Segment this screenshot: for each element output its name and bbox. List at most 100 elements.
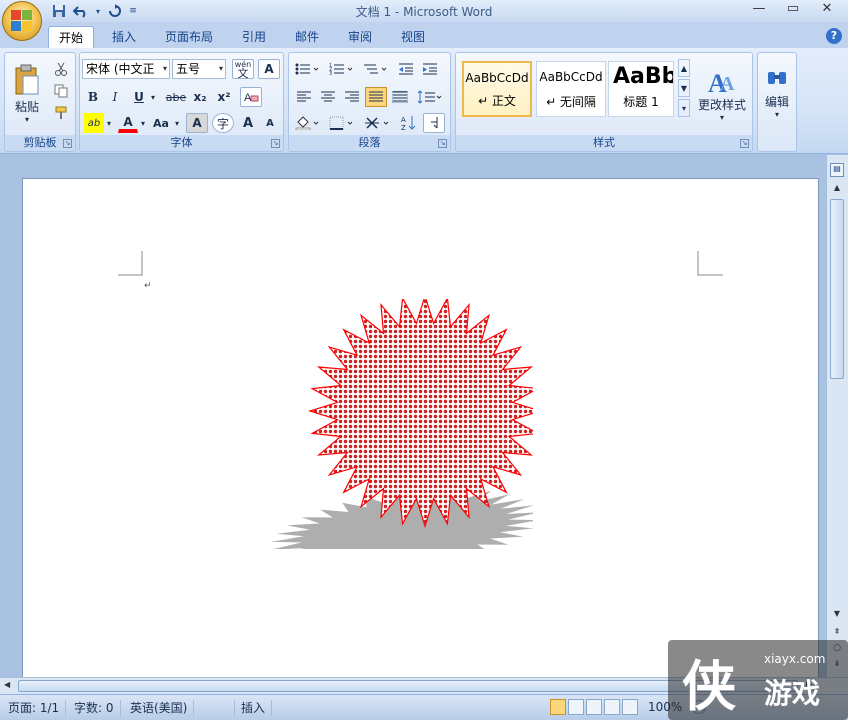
shrink-font-button[interactable]: A (260, 113, 280, 133)
status-language[interactable]: 英语(美国) (124, 700, 195, 716)
chinese-layout-icon (365, 117, 389, 129)
justify-icon (369, 91, 383, 102)
line-spacing-button[interactable] (415, 87, 445, 107)
print-layout-view-icon[interactable] (550, 699, 566, 715)
underline-dropdown-icon[interactable]: ▾ (148, 87, 158, 107)
change-case-dropdown-icon[interactable]: ▾ (172, 113, 182, 133)
styles-more-icon[interactable]: ▾ (678, 99, 690, 117)
italic-button[interactable]: I (106, 87, 124, 107)
subscript-button[interactable]: x₂ (190, 87, 210, 107)
change-case-button[interactable]: Aa (150, 113, 172, 133)
margin-mark-right (697, 251, 723, 276)
numbering-button[interactable]: 123 (327, 59, 357, 79)
tab-page-layout[interactable]: 页面布局 (155, 26, 223, 48)
styles-scroll-up-icon[interactable]: ▲ (678, 59, 690, 77)
scroll-up-button[interactable]: ▲ (829, 183, 845, 197)
align-left-icon (297, 91, 311, 102)
underline-button[interactable]: U (130, 87, 148, 107)
superscript-button[interactable]: x² (214, 87, 234, 107)
watermark-logo-char: 侠 (682, 654, 736, 718)
format-painter-button[interactable] (51, 103, 71, 123)
decrease-indent-button[interactable] (395, 59, 417, 79)
maximize-button[interactable]: ▭ (780, 0, 806, 18)
full-screen-reading-view-icon[interactable] (568, 699, 584, 715)
paste-button[interactable]: 粘贴 ▾ (9, 57, 45, 131)
char-border-button[interactable]: A (258, 59, 280, 79)
tab-home[interactable]: 开始 (48, 26, 95, 48)
cut-button[interactable] (51, 59, 71, 79)
office-logo-icon (11, 10, 33, 32)
multilevel-list-button[interactable] (361, 59, 391, 79)
tab-mailings[interactable]: 邮件 (285, 26, 329, 48)
status-word-count[interactable]: 字数: 0 (68, 700, 121, 716)
highlight-button[interactable]: ab (84, 113, 104, 133)
previous-page-icon[interactable]: ⇞ (829, 627, 845, 639)
borders-icon (329, 116, 353, 130)
copy-button[interactable] (51, 81, 71, 101)
strikethrough-button[interactable]: abe (164, 87, 188, 107)
shading-button[interactable] (293, 113, 323, 133)
align-center-button[interactable] (317, 87, 339, 107)
ribbon-tabs: 开始 插入 页面布局 引用 邮件 审阅 视图 (0, 22, 848, 48)
styles-scroll-down-icon[interactable]: ▼ (678, 79, 690, 97)
margin-mark-left (118, 251, 143, 276)
align-left-button[interactable] (293, 87, 315, 107)
tab-references[interactable]: 引用 (232, 26, 276, 48)
paragraph-launcher-icon[interactable]: ↘ (438, 139, 447, 148)
editing-button[interactable]: 编辑 ▾ (760, 57, 794, 131)
scroll-down-button[interactable]: ▼ (829, 609, 845, 623)
font-launcher-icon[interactable]: ↘ (271, 139, 280, 148)
style-heading-1[interactable]: AaBb 标题 1 (608, 61, 674, 117)
font-size-value: 五号 (176, 62, 201, 76)
bold-button[interactable]: B (84, 87, 102, 107)
show-formatting-marks-button[interactable] (423, 113, 445, 133)
draft-view-icon[interactable] (622, 699, 638, 715)
chinese-layout-button[interactable] (363, 113, 393, 133)
help-icon[interactable]: ? (826, 28, 842, 44)
change-styles-icon: AA (708, 69, 735, 96)
vertical-scrollbar[interactable]: ▤ ▲ ▼ ⇞ ○ ⇟ (826, 155, 848, 677)
tab-insert[interactable]: 插入 (102, 26, 146, 48)
phonetic-guide-button[interactable]: wén 文 (232, 59, 254, 79)
font-name-combo[interactable]: 宋体 (中文正 ▾ (82, 59, 170, 79)
style-no-spacing[interactable]: AaBbCcDd ↵ 无间隔 (536, 61, 606, 117)
multilevel-list-icon (364, 64, 387, 74)
font-color-button[interactable]: A (118, 113, 138, 133)
change-styles-button[interactable]: AA 更改样式 ▾ (694, 57, 750, 131)
scroll-thumb[interactable] (830, 199, 844, 379)
starburst-shape[interactable] (193, 299, 533, 549)
style-no-spacing-name: ↵ 无间隔 (546, 95, 596, 109)
sort-button[interactable]: AZ (397, 113, 419, 133)
document-page[interactable]: ↵ (22, 178, 819, 698)
style-normal[interactable]: AaBbCcDd ↵ 正文 (462, 61, 532, 117)
char-shading-button[interactable]: A (186, 113, 208, 133)
clear-formatting-button[interactable]: A (240, 87, 262, 107)
close-button[interactable]: ✕ (814, 0, 840, 18)
outline-view-icon[interactable] (604, 699, 620, 715)
distributed-button[interactable] (389, 87, 411, 107)
justify-button[interactable] (365, 87, 387, 107)
increase-indent-button[interactable] (419, 59, 441, 79)
bullets-button[interactable] (293, 59, 323, 79)
paragraph-mark: ↵ (144, 281, 152, 291)
tab-review[interactable]: 审阅 (338, 26, 382, 48)
office-button[interactable] (2, 1, 42, 41)
minimize-button[interactable]: — (746, 0, 772, 18)
scissors-icon (55, 62, 67, 76)
increase-indent-icon (423, 63, 437, 75)
status-insert-mode[interactable]: 插入 (234, 700, 273, 716)
scroll-left-button[interactable]: ◀ (4, 680, 16, 692)
font-color-dropdown-icon[interactable]: ▾ (138, 113, 148, 133)
ruler-toggle-icon[interactable]: ▤ (830, 163, 844, 177)
font-size-combo[interactable]: 五号 ▾ (172, 59, 226, 79)
grow-font-button[interactable]: A (238, 113, 258, 133)
tab-view[interactable]: 视图 (391, 26, 435, 48)
styles-launcher-icon[interactable]: ↘ (740, 139, 749, 148)
clipboard-launcher-icon[interactable]: ↘ (63, 139, 72, 148)
web-layout-view-icon[interactable] (586, 699, 602, 715)
status-page[interactable]: 页面: 1/1 (2, 700, 67, 716)
align-right-button[interactable] (341, 87, 363, 107)
borders-button[interactable] (327, 113, 357, 133)
highlight-dropdown-icon[interactable]: ▾ (104, 113, 114, 133)
enclose-char-button[interactable]: 字 (212, 113, 234, 133)
